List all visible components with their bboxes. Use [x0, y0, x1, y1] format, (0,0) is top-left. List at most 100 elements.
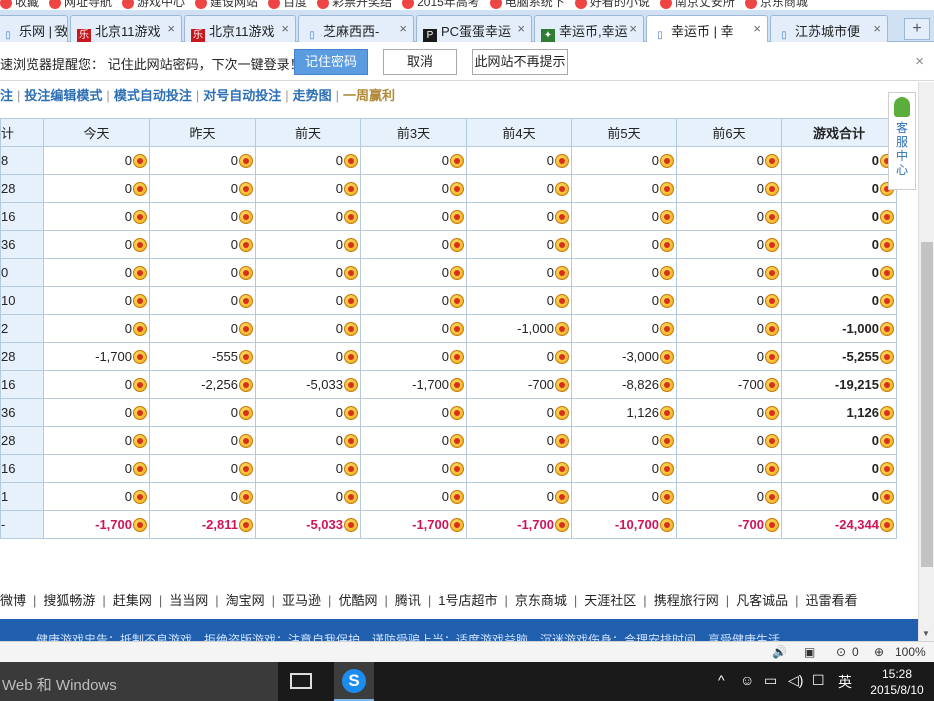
bookmark-item[interactable]: 南京丈安所 [659, 0, 735, 10]
value-cell: -1,700 [43, 342, 150, 371]
tab-title: 幸运币,幸运 [559, 24, 628, 39]
partner-link[interactable]: 搜狐畅游 [43, 593, 95, 608]
close-tab-icon[interactable]: × [53, 21, 61, 36]
cell-value: -5,033 [306, 517, 343, 532]
close-tab-icon[interactable]: × [629, 21, 637, 36]
close-tab-icon[interactable]: × [167, 21, 175, 36]
speaker-icon[interactable]: 🔊 [772, 645, 787, 659]
value-cell: 0 [360, 202, 467, 231]
partner-link[interactable]: 赶集网 [113, 593, 152, 608]
bookmark-item[interactable]: 京东商城 [744, 0, 808, 10]
taskbar-browser-app[interactable]: S [334, 662, 374, 701]
value-cell: 0 [149, 230, 256, 259]
input-language[interactable]: 英 [838, 672, 852, 692]
value-cell: 0 [360, 174, 467, 203]
taskbar-clock[interactable]: 15:28 2015/8/10 [862, 666, 932, 698]
bookmark-item[interactable]: 游戏中心 [122, 0, 185, 10]
partner-link[interactable]: 淘宝网 [226, 593, 265, 608]
browser-tab[interactable]: ▯ 江苏城市便 × [770, 15, 888, 42]
partner-link[interactable]: 腾讯 [395, 593, 421, 608]
value-cell: 0 [676, 314, 782, 343]
screenshot-icon[interactable]: ▣ [804, 645, 815, 659]
coin-icon [133, 238, 147, 252]
link-separator: | [215, 593, 219, 608]
bookmark-item[interactable]: 电脑系统下 [489, 0, 565, 10]
close-icon[interactable]: × [915, 53, 924, 70]
scrollbar-thumb[interactable] [921, 242, 933, 567]
cell-value: 0 [124, 293, 132, 308]
partner-link[interactable]: 天涯社区 [584, 593, 636, 608]
partner-link[interactable]: 京东商城 [515, 593, 567, 608]
close-tab-icon[interactable]: × [399, 21, 407, 36]
bookmark-item[interactable]: 网址导航 [49, 0, 112, 10]
subnav-link[interactable]: 一周赢利 [343, 88, 395, 103]
page-scrollbar[interactable]: ▼ [918, 82, 934, 641]
subnav-link[interactable]: 走势图 [293, 88, 332, 103]
partner-link[interactable]: 1号店超市 [438, 593, 497, 608]
close-tab-icon[interactable]: × [281, 21, 289, 36]
partner-link[interactable]: 亚马逊 [282, 593, 321, 608]
value-cell: 0 [466, 426, 572, 455]
browser-tab[interactable]: 乐北京11游戏 × [184, 15, 296, 42]
bookmark-item[interactable]: 2015年高考 [402, 0, 480, 10]
browser-tab[interactable]: ✦ 幸运币,幸运 × [534, 15, 644, 42]
bookmark-item[interactable]: 百度 [268, 0, 307, 10]
close-tab-icon[interactable]: × [517, 21, 525, 36]
coin-icon [555, 154, 569, 168]
value-cell: -5,033 [255, 370, 361, 399]
bookmark-item[interactable]: 彩票开奖结 [317, 0, 392, 10]
partner-link[interactable]: 当当网 [169, 593, 208, 608]
scroll-down-icon[interactable]: ▼ [922, 629, 930, 638]
cancel-button[interactable]: 取消 [383, 49, 457, 75]
partner-link[interactable]: 携程旅行网 [654, 593, 719, 608]
browser-tab[interactable]: 乐北京11游戏 × [70, 15, 182, 42]
subnav-link[interactable]: 注 [0, 88, 13, 103]
cell-value: 0 [124, 377, 132, 392]
coin-icon [880, 434, 894, 448]
partner-link[interactable]: 微博 [0, 593, 26, 608]
bookmark-icon [0, 0, 12, 9]
new-tab-button[interactable]: + [904, 18, 930, 40]
chevron-up-icon[interactable]: ^ [718, 672, 725, 688]
cell-value: 0 [651, 209, 659, 224]
partner-link[interactable]: 凡客诚品 [736, 593, 788, 608]
remember-password-button[interactable]: 记住密码 [294, 49, 368, 75]
download-icon[interactable]: ⊙ [836, 645, 846, 659]
bookmark-item[interactable]: 建设网站 [195, 0, 258, 10]
customer-service-widget[interactable]: 客服中心 [888, 92, 916, 190]
partner-link[interactable]: 迅雷看看 [806, 593, 858, 608]
network-icon[interactable]: ▭ [764, 672, 777, 689]
close-tab-icon[interactable]: × [873, 21, 881, 36]
zoom-level[interactable]: 100% [895, 645, 926, 659]
cell-value: 0 [756, 153, 764, 168]
bookmark-item[interactable]: 好看的小说 [574, 0, 650, 10]
partner-link[interactable]: 优酷网 [338, 593, 377, 608]
bookmark-item[interactable]: 收藏 [0, 0, 39, 10]
table-row: 10 0 0 0 0 0 0 0 0 [0, 286, 897, 315]
task-view-icon[interactable] [290, 673, 312, 689]
cell-value: -3,000 [622, 349, 659, 364]
cell-value: 1,126 [846, 405, 879, 420]
zoom-icon[interactable]: ⊕ [874, 645, 884, 659]
row-label: 28 [0, 426, 44, 455]
subnav-link[interactable]: 对号自动投注 [203, 88, 281, 103]
browser-tab[interactable]: ▯ 芝麻西西- × [298, 15, 414, 42]
close-tab-icon[interactable]: × [753, 21, 761, 36]
cell-value: 0 [871, 489, 879, 504]
table-row: 28 0 0 0 0 0 0 0 0 [0, 426, 897, 455]
ime-tray-icon[interactable]: ☺ [740, 672, 754, 688]
value-cell: 0 [149, 286, 256, 315]
value-cell: 0 [43, 286, 150, 315]
subnav-link[interactable]: 投注编辑模式 [24, 88, 102, 103]
volume-icon[interactable]: ◁) [788, 672, 803, 689]
never-remember-button[interactable]: 此网站不再提示 [472, 49, 568, 75]
browser-tab[interactable]: P PC蛋蛋幸运 × [416, 15, 532, 42]
value-cell: 0 [255, 426, 361, 455]
coin-icon [880, 210, 894, 224]
taskbar-search-box[interactable]: Web 和 Windows [0, 662, 278, 701]
notification-icon[interactable]: ☐ [812, 672, 825, 689]
browser-tab[interactable]: ▯ 幸运币 | 幸 × [646, 15, 768, 42]
row-label: 2 [0, 314, 44, 343]
browser-tab[interactable]: ▯ 乐网 | 致 × [0, 15, 68, 42]
subnav-link[interactable]: 模式自动投注 [114, 88, 192, 103]
